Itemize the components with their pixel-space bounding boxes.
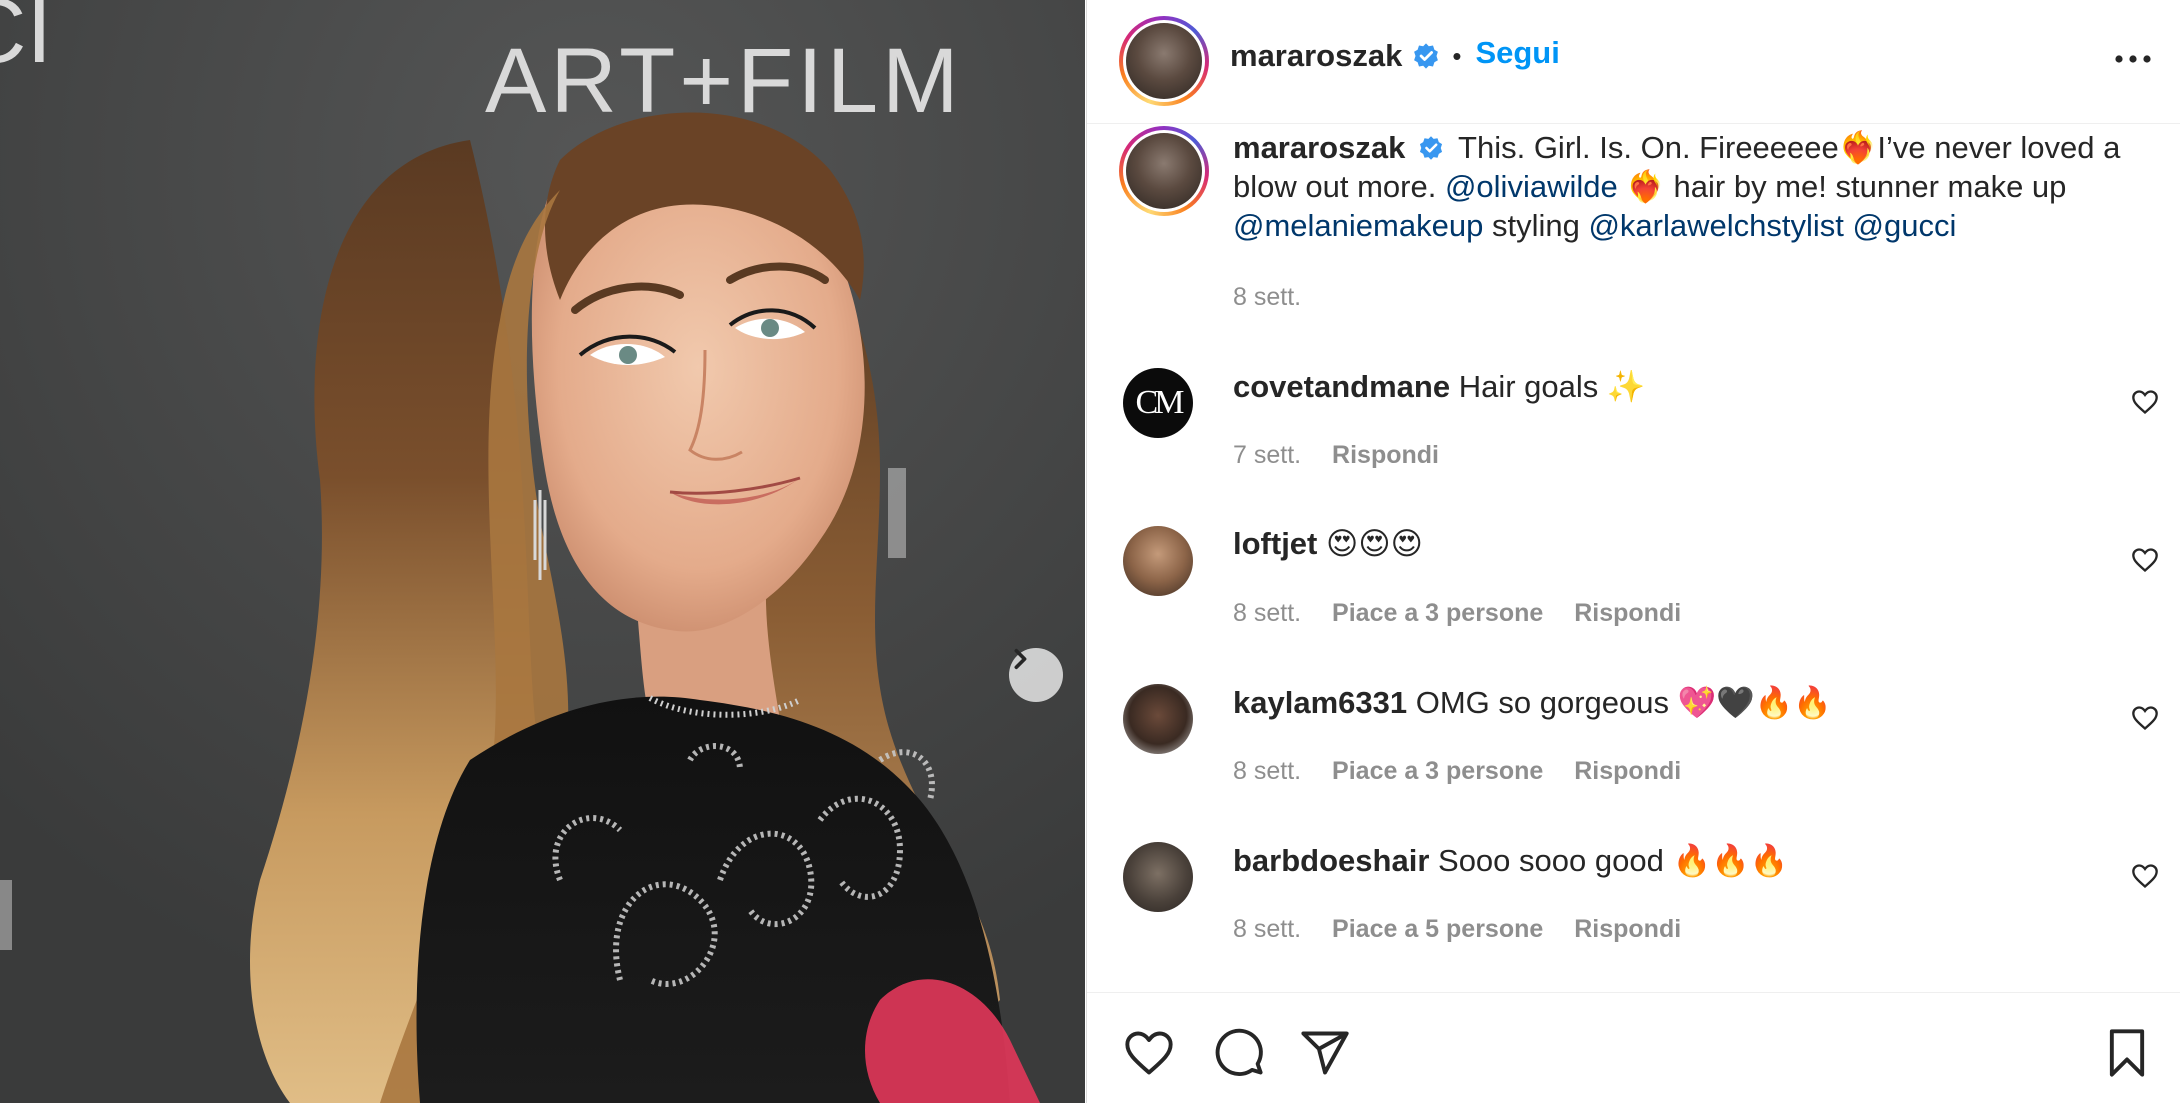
comment-timestamp[interactable]: 8 sett. — [1233, 915, 1301, 943]
commenter-avatar[interactable] — [1123, 842, 1193, 912]
reply-button[interactable]: Rispondi — [1332, 441, 1439, 469]
chevron-right-icon — [1014, 648, 1027, 670]
backdrop-corner-text: CI — [0, 0, 52, 82]
post-side-panel: mararoszak • Segui mararoszak This. Girl… — [1086, 0, 2180, 1103]
reply-button[interactable]: Rispondi — [1574, 757, 1681, 785]
follow-button[interactable]: Segui — [1475, 35, 1559, 71]
commenter-username[interactable]: kaylam6331 — [1233, 685, 1407, 720]
next-photo-button[interactable] — [1009, 648, 1063, 702]
portrait-image: ART+FILM CI — [0, 0, 1085, 1103]
commenter-avatar[interactable]: CM — [1123, 368, 1193, 438]
comment-timestamp[interactable]: 7 sett. — [1233, 441, 1301, 469]
commenter-username[interactable]: covetandmane — [1233, 369, 1450, 404]
bookmark-icon[interactable] — [2101, 1027, 2153, 1079]
mention-gucci[interactable]: @gucci — [1853, 208, 1957, 243]
header-separator: • — [1452, 40, 1462, 71]
caption-timestamp[interactable]: 8 sett. — [1233, 283, 1301, 312]
mention-karlawelchstylist[interactable]: @karlawelchstylist — [1588, 208, 1843, 243]
verified-badge-icon — [1419, 136, 1443, 160]
commenter-username[interactable]: loftjet — [1233, 526, 1317, 561]
commenter-avatar-logo: CM — [1135, 384, 1185, 421]
post-photo: ART+FILM CI — [0, 0, 1085, 1103]
comment-icon[interactable] — [1213, 1027, 1265, 1079]
comment-timestamp[interactable]: 8 sett. — [1233, 757, 1301, 785]
mention-melaniemakeup[interactable]: @melaniemakeup — [1233, 208, 1483, 243]
heart-icon[interactable] — [1123, 1027, 1175, 1079]
comment-item: barbdoeshair Sooo sooo good 🔥🔥🔥 8 sett. … — [1087, 840, 2180, 990]
verified-badge-icon — [1414, 43, 1439, 69]
comment-likes-count[interactable]: Piace a 3 persone — [1332, 757, 1543, 785]
comment-text: OMG so gorgeous 💖🖤🔥🔥 — [1415, 685, 1833, 720]
post-caption: mararoszak This. Girl. Is. On. Fireeeeee… — [1233, 128, 2163, 245]
caption-text: styling — [1491, 208, 1580, 243]
mention-oliviawilde[interactable]: @oliviawilde — [1445, 169, 1618, 204]
reply-button[interactable]: Rispondi — [1574, 915, 1681, 943]
more-horizontal-icon[interactable] — [2113, 47, 2153, 71]
author-avatar[interactable] — [1119, 16, 1209, 106]
comment-like-heart-icon[interactable] — [2131, 704, 2159, 732]
comment-text: Hair goals ✨ — [1458, 369, 1646, 404]
comment-likes-count[interactable]: Piace a 5 persone — [1332, 915, 1543, 943]
comment-like-heart-icon[interactable] — [2131, 388, 2159, 416]
commenter-avatar[interactable] — [1123, 526, 1193, 596]
caption-author-avatar[interactable] — [1119, 126, 1209, 216]
comment-likes-count[interactable]: Piace a 3 persone — [1332, 599, 1543, 627]
caption-text: ❤️‍🔥 hair by me! stunner make up — [1626, 169, 2067, 204]
comment-like-heart-icon[interactable] — [2131, 862, 2159, 890]
post-header: mararoszak • Segui — [1087, 0, 2180, 124]
caption-username[interactable]: mararoszak — [1233, 130, 1405, 165]
post-action-bar — [1087, 992, 2180, 1103]
comment-like-heart-icon[interactable] — [2131, 546, 2159, 574]
comment-text: Sooo sooo good 🔥🔥🔥 — [1438, 843, 1789, 878]
commenter-avatar[interactable] — [1123, 684, 1193, 754]
paper-plane-icon[interactable] — [1299, 1027, 1351, 1079]
comment-timestamp[interactable]: 8 sett. — [1233, 599, 1301, 627]
comment-item: kaylam6331 OMG so gorgeous 💖🖤🔥🔥 8 sett. … — [1087, 682, 2180, 832]
commenter-username[interactable]: barbdoeshair — [1233, 843, 1429, 878]
comment-item: loftjet 😍😍😍 8 sett. Piace a 3 persone Ri… — [1087, 524, 2180, 674]
comment-item: CM covetandmane Hair goals ✨ 7 sett. Ris… — [1087, 366, 2180, 516]
author-username[interactable]: mararoszak — [1230, 38, 1402, 74]
comment-text: 😍😍😍 — [1326, 526, 1423, 561]
reply-button[interactable]: Rispondi — [1574, 599, 1681, 627]
